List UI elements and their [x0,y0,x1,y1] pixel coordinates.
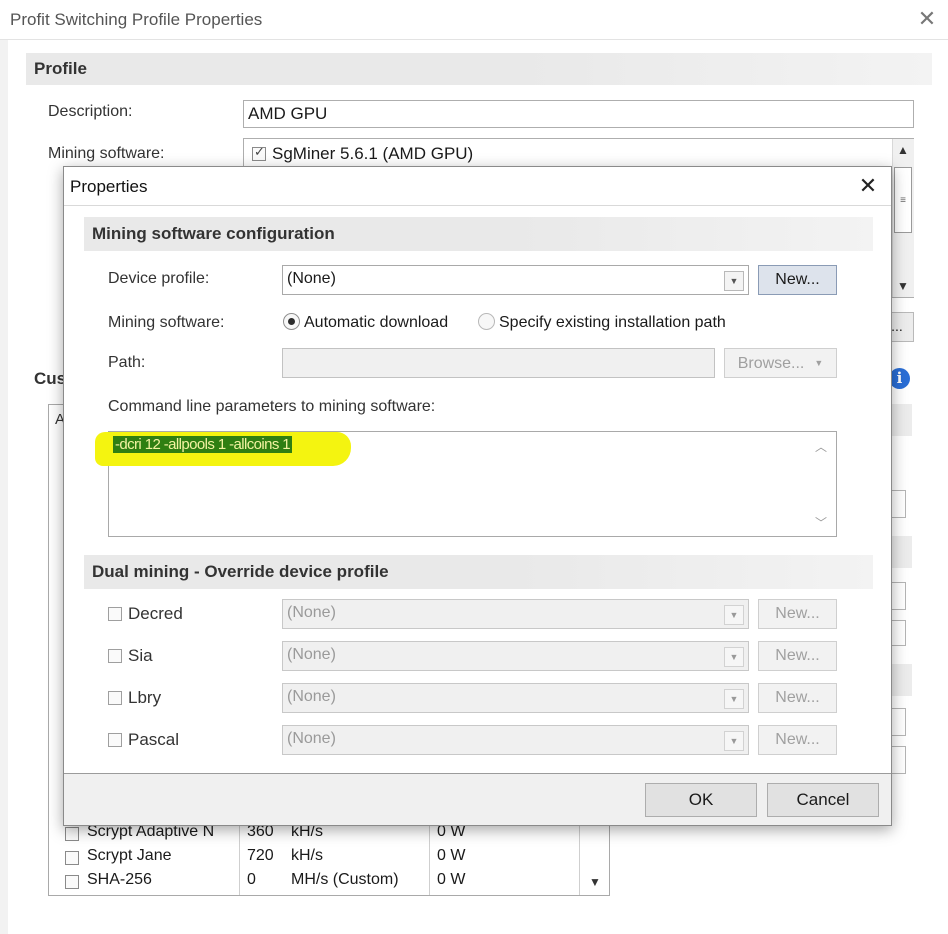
dual-lbry-new-button[interactable]: New... [758,683,837,713]
properties-dialog: Properties ✕ Mining software configurati… [63,166,892,826]
mining-software-label: Mining software: [48,145,165,162]
dual-pascal-label: Pascal [128,730,180,749]
algorithm-power: 0 W [437,871,466,888]
table-row[interactable]: Scrypt Adaptive N 360 kH/s 0 W [49,823,579,847]
mining-software-label: Mining software: [108,314,225,331]
checkbox-icon[interactable] [108,733,122,747]
dual-decred-value: (None) [287,604,336,621]
algorithm-power: 0 W [437,847,466,864]
new-device-profile-button[interactable]: New... [758,265,837,295]
checkbox-icon[interactable] [65,827,79,841]
checkbox-icon[interactable] [65,851,79,865]
algorithm-hashrate: 0 [247,871,256,888]
column-divider [579,821,580,895]
device-profile-label: Device profile: [108,270,210,287]
command-line-label: Command line parameters to mining softwa… [108,398,436,415]
window-titlebar: Profit Switching Profile Properties ✕ [0,0,948,40]
dialog-title: Properties [70,177,148,196]
automatic-download-radio[interactable]: Automatic download [283,313,448,332]
mining-config-section-header: Mining software configuration [84,217,873,251]
chevron-down-icon: ▼ [814,358,824,368]
dialog-footer: OK Cancel [64,773,891,825]
dual-mining-section-header: Dual mining - Override device profile [84,555,873,589]
chevron-down-icon[interactable]: ▼ [724,731,744,751]
dual-sia-label: Sia [128,646,153,665]
table-row[interactable]: SHA-256 0 MH/s (Custom) 0 W [49,871,579,895]
ok-button[interactable]: OK [645,783,757,817]
chevron-down-icon[interactable]: ▼ [724,689,744,709]
algorithm-hashrate: 720 [247,847,274,864]
radio-icon[interactable] [283,313,300,330]
chevron-down-icon[interactable]: ﹀ [815,514,827,531]
description-label: Description: [48,103,133,120]
chevron-down-icon[interactable]: ▼ [724,605,744,625]
existing-path-label: Specify existing installation path [499,314,726,331]
checkbox-icon[interactable] [108,691,122,705]
dual-lbry-checkbox[interactable]: Lbry [108,688,161,708]
window-left-edge [0,40,8,934]
browse-button-label: Browse... [737,355,805,372]
dual-sia-value: (None) [287,646,336,663]
custom-section-header: Cus [34,369,67,388]
checkbox-icon[interactable] [65,875,79,889]
dual-decred-label: Decred [128,604,183,623]
command-line-textarea[interactable]: -dcri 12 -allpools 1 -allcoins 1 ︿ ﹀ [95,431,837,537]
scroll-thumb[interactable]: ≡ [894,167,912,233]
automatic-download-label: Automatic download [304,314,449,331]
dual-sia-dropdown[interactable]: (None) ▼ [282,641,749,671]
mining-software-item[interactable]: SgMiner 5.6.1 (AMD GPU) [252,144,473,164]
dual-sia-new-button[interactable]: New... [758,641,837,671]
close-icon[interactable]: ✕ [854,171,882,201]
dual-lbry-label: Lbry [128,688,162,707]
dialog-titlebar: Properties ✕ [64,167,891,205]
dual-lbry-dropdown[interactable]: (None) ▼ [282,683,749,713]
checkbox-icon[interactable] [108,607,122,621]
dual-pascal-checkbox[interactable]: Pascal [108,730,179,750]
chevron-up-icon[interactable]: ▲ [894,143,912,157]
dual-pascal-dropdown[interactable]: (None) ▼ [282,725,749,755]
table-row[interactable]: Scrypt Jane 720 kH/s 0 W [49,847,579,871]
window-title: Profit Switching Profile Properties [10,10,263,29]
command-line-value[interactable]: -dcri 12 -allpools 1 -allcoins 1 [113,436,293,453]
chevron-down-icon[interactable]: ▼ [589,875,601,889]
existing-path-radio[interactable]: Specify existing installation path [478,313,726,332]
dual-pascal-value: (None) [287,730,336,747]
radio-icon[interactable] [478,313,495,330]
algorithm-name: Scrypt Jane [87,847,172,864]
algorithm-name: SHA-256 [87,871,152,888]
mining-software-item-label: SgMiner 5.6.1 (AMD GPU) [272,144,474,163]
dual-pascal-new-button[interactable]: New... [758,725,837,755]
dual-lbry-value: (None) [287,688,336,705]
browse-button[interactable]: Browse... ▼ [724,348,837,378]
device-profile-dropdown[interactable]: (None) ▼ [282,265,749,295]
checkbox-icon[interactable] [108,649,122,663]
chevron-down-icon[interactable]: ▼ [724,271,744,291]
cancel-button[interactable]: Cancel [767,783,879,817]
info-icon[interactable]: i [889,368,910,389]
device-profile-value: (None) [287,270,336,287]
dual-sia-checkbox[interactable]: Sia [108,646,153,666]
path-label: Path: [108,354,146,371]
dual-decred-dropdown[interactable]: (None) ▼ [282,599,749,629]
chevron-down-icon[interactable]: ▼ [894,279,912,293]
checkbox-icon[interactable] [252,144,266,161]
algorithm-unit: MH/s (Custom) [291,871,399,888]
description-input[interactable]: AMD GPU [243,100,914,128]
dual-decred-new-button[interactable]: New... [758,599,837,629]
chevron-down-icon[interactable]: ▼ [724,647,744,667]
algorithm-unit: kH/s [291,847,323,864]
path-input[interactable] [282,348,715,378]
profile-section-header: Profile [26,53,932,85]
dual-decred-checkbox[interactable]: Decred [108,604,183,624]
close-icon[interactable]: ✕ [916,6,938,32]
chevron-up-icon[interactable]: ︿ [815,438,827,455]
